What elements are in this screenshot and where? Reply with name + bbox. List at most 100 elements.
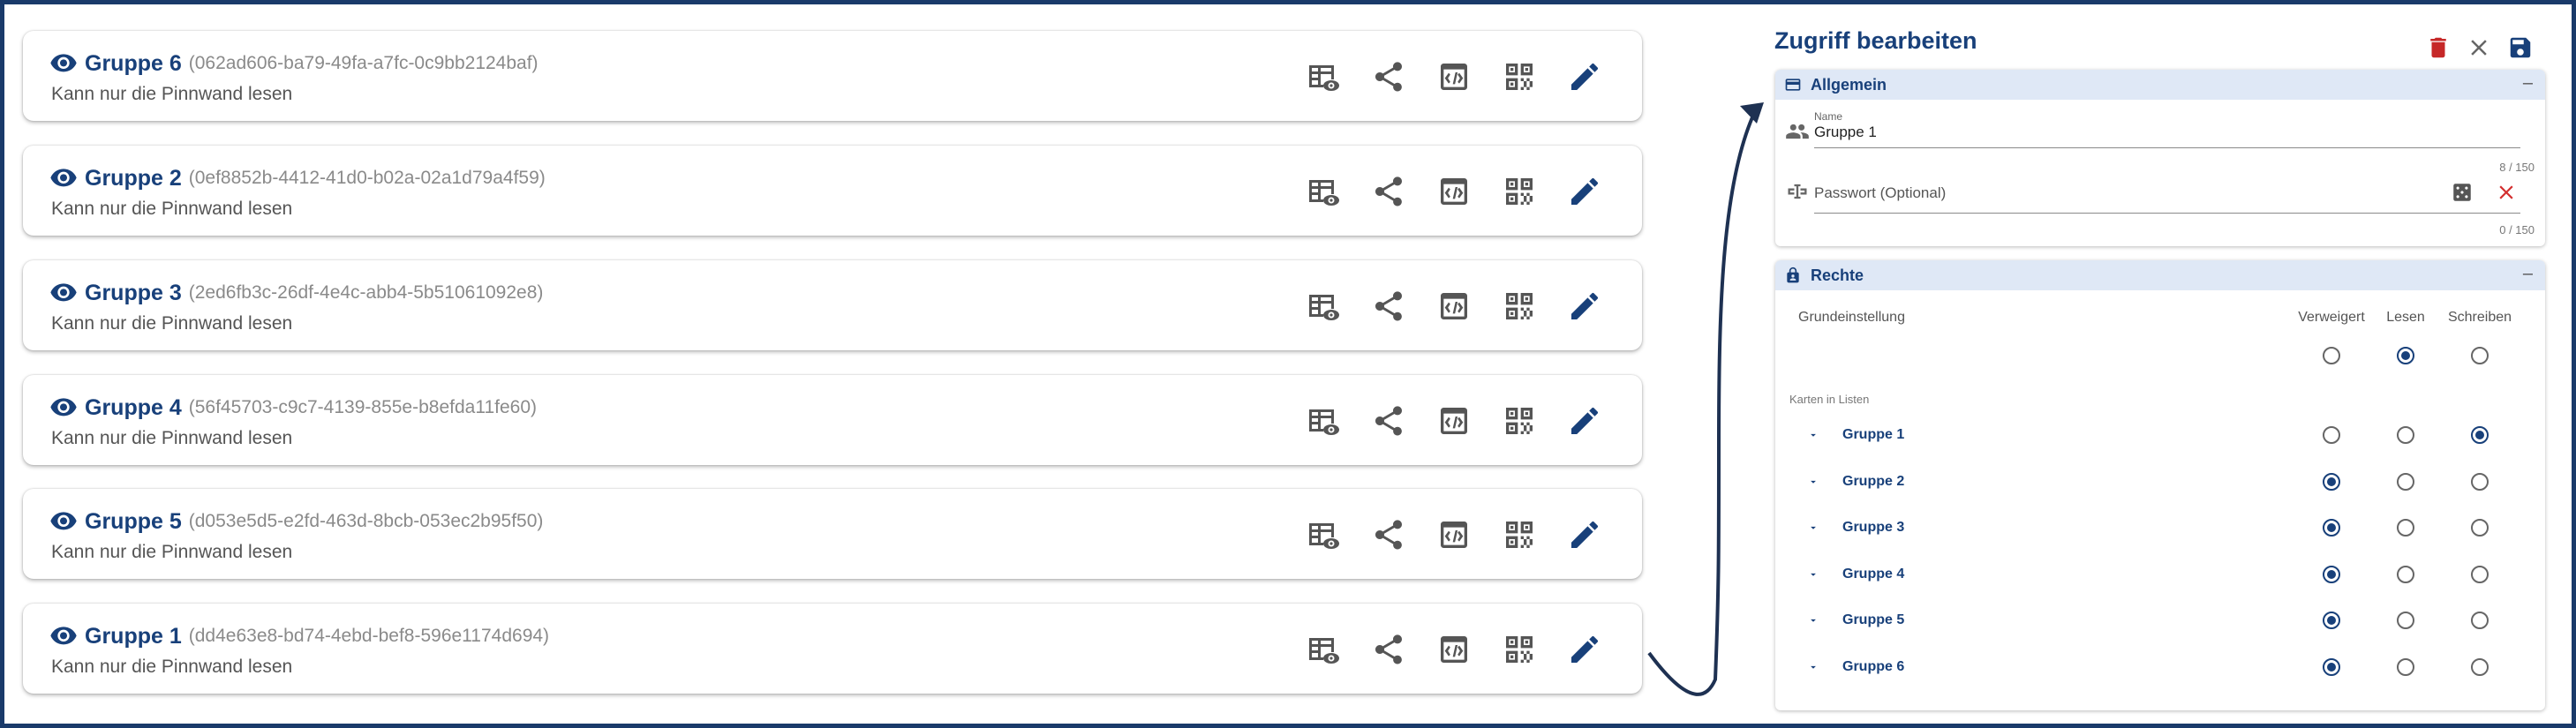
group-card[interactable]: Gruppe 2 (0ef8852b-4412-41d0-b02a-02a1d79… xyxy=(23,146,1642,236)
edit-pencil-button[interactable] xyxy=(1565,172,1604,211)
rights-radio-0[interactable] xyxy=(2323,519,2340,537)
embed-code-button[interactable] xyxy=(1435,57,1473,96)
embed-code-button[interactable] xyxy=(1435,515,1473,554)
rights-radio-0[interactable] xyxy=(2323,658,2340,676)
rights-radio-2[interactable] xyxy=(2471,519,2489,537)
expand-chevron-icon[interactable] xyxy=(1807,661,1819,673)
group-card[interactable]: Gruppe 4 (56f45703-c9c7-4139-855e-b8efda1… xyxy=(23,375,1642,465)
qr-code-button[interactable] xyxy=(1500,630,1539,669)
share-button[interactable] xyxy=(1369,57,1408,96)
edit-pencil-icon xyxy=(1571,407,1599,434)
rights-section-header[interactable]: Rechte – xyxy=(1775,260,2545,290)
rights-radio-1[interactable] xyxy=(2397,472,2414,491)
group-card-title: Gruppe 1 (dd4e63e8-bd74-4ebd-bef8-596e117… xyxy=(49,621,549,651)
rights-radio-0[interactable] xyxy=(2323,612,2340,630)
rights-radio-1[interactable] xyxy=(2397,519,2414,537)
embed-code-button[interactable] xyxy=(1435,287,1473,326)
group-uuid: (062ad606-ba79-49fa-a7fc-0c9bb2124baf) xyxy=(188,53,539,73)
group-description: Kann nur die Pinnwand lesen xyxy=(51,84,293,104)
expand-chevron-icon[interactable] xyxy=(1807,522,1819,534)
eye-icon xyxy=(50,398,77,417)
group-card[interactable]: Gruppe 5 (d053e5d5-e2fd-463d-8bcb-053ec2b… xyxy=(23,489,1642,579)
rights-radio-2[interactable] xyxy=(2471,472,2489,491)
table-eye-button[interactable] xyxy=(1304,172,1343,211)
save-button[interactable] xyxy=(2505,33,2535,63)
dice-icon[interactable] xyxy=(2451,181,2474,204)
qr-code-button[interactable] xyxy=(1500,172,1539,211)
share-button[interactable] xyxy=(1369,630,1408,669)
general-collapse-button[interactable]: – xyxy=(2523,73,2533,94)
group-card-actions xyxy=(1304,57,1604,96)
clear-icon[interactable] xyxy=(2495,181,2518,204)
password-field-underline xyxy=(1814,213,2520,214)
rights-radio-2[interactable] xyxy=(2471,426,2489,444)
rights-collapse-button[interactable]: – xyxy=(2523,264,2533,284)
expand-chevron-icon[interactable] xyxy=(1807,476,1819,488)
password-field[interactable]: Passwort (Optional) xyxy=(1814,174,2520,214)
rights-radio-0[interactable] xyxy=(2323,472,2340,491)
app-frame: Gruppe 6 (062ad606-ba79-49fa-a7fc-0c9bb21… xyxy=(4,4,2572,724)
rights-radio-2[interactable] xyxy=(2471,658,2489,676)
expand-chevron-icon[interactable] xyxy=(1807,429,1819,441)
edit-pencil-button[interactable] xyxy=(1565,402,1604,440)
edit-pencil-button[interactable] xyxy=(1565,630,1604,669)
share-button[interactable] xyxy=(1369,515,1408,554)
rights-radio-0[interactable] xyxy=(2323,426,2340,444)
table-eye-button[interactable] xyxy=(1304,402,1343,440)
group-description: Kann nur die Pinnwand lesen xyxy=(51,428,293,448)
table-eye-button[interactable] xyxy=(1304,515,1343,554)
close-button[interactable] xyxy=(2464,33,2494,63)
rights-radio-2[interactable] xyxy=(2471,612,2489,630)
qr-code-button[interactable] xyxy=(1500,57,1539,96)
qr-code-button[interactable] xyxy=(1500,287,1539,326)
panel-title: Zugriff bearbeiten xyxy=(1774,27,1977,54)
group-card[interactable]: Gruppe 3 (2ed6fb3c-26df-4e4c-abb4-5b51061… xyxy=(23,260,1642,350)
embed-code-button[interactable] xyxy=(1435,402,1473,440)
group-card-actions xyxy=(1304,287,1604,326)
expand-chevron-icon[interactable] xyxy=(1807,568,1819,581)
save-icon xyxy=(2510,37,2531,58)
share-button[interactable] xyxy=(1369,172,1408,211)
connector-arrow xyxy=(1647,102,1764,696)
share-button[interactable] xyxy=(1369,402,1408,440)
embed-code-button[interactable] xyxy=(1435,630,1473,669)
edit-pencil-button[interactable] xyxy=(1565,287,1604,326)
rights-radio-2[interactable] xyxy=(2471,565,2489,583)
name-field[interactable]: Name Gruppe 1 xyxy=(1814,109,2520,148)
share-button[interactable] xyxy=(1369,287,1408,326)
default-radio-0[interactable] xyxy=(2323,347,2340,364)
rights-radio-0[interactable] xyxy=(2323,565,2340,583)
general-section-header[interactable]: Allgemein – xyxy=(1775,70,2545,100)
group-card-actions xyxy=(1304,515,1604,554)
group-card[interactable]: Gruppe 6 (062ad606-ba79-49fa-a7fc-0c9bb21… xyxy=(23,31,1642,121)
table-eye-button[interactable] xyxy=(1304,630,1343,669)
eye-icon xyxy=(50,283,77,302)
default-radio-2[interactable] xyxy=(2471,347,2489,364)
rights-radio-1[interactable] xyxy=(2397,426,2414,444)
eye-icon xyxy=(50,169,77,187)
qr-code-icon xyxy=(1506,64,1533,90)
table-eye-icon xyxy=(1309,638,1339,664)
table-eye-button[interactable] xyxy=(1304,287,1343,326)
qr-code-icon xyxy=(1506,522,1533,548)
embed-code-icon xyxy=(1441,64,1467,90)
rights-group-name: Gruppe 1 xyxy=(1842,427,1905,442)
group-description: Kann nur die Pinnwand lesen xyxy=(51,199,293,219)
column-header-2: Schreiben xyxy=(2447,310,2512,325)
rights-group-name: Gruppe 2 xyxy=(1842,473,1905,489)
default-radio-1[interactable] xyxy=(2397,347,2414,364)
rights-radio-1[interactable] xyxy=(2397,612,2414,630)
qr-code-button[interactable] xyxy=(1500,515,1539,554)
edit-pencil-button[interactable] xyxy=(1565,515,1604,554)
group-card[interactable]: Gruppe 1 (dd4e63e8-bd74-4ebd-bef8-596e117… xyxy=(23,604,1642,694)
embed-code-button[interactable] xyxy=(1435,172,1473,211)
edit-pencil-button[interactable] xyxy=(1565,57,1604,96)
expand-chevron-icon[interactable] xyxy=(1807,614,1819,627)
qr-code-icon xyxy=(1506,293,1533,319)
rights-radio-1[interactable] xyxy=(2397,658,2414,676)
qr-code-button[interactable] xyxy=(1500,402,1539,440)
group-name: Gruppe 4 xyxy=(85,394,182,420)
rights-radio-1[interactable] xyxy=(2397,565,2414,583)
delete-button[interactable] xyxy=(2423,33,2453,63)
table-eye-button[interactable] xyxy=(1304,57,1343,96)
